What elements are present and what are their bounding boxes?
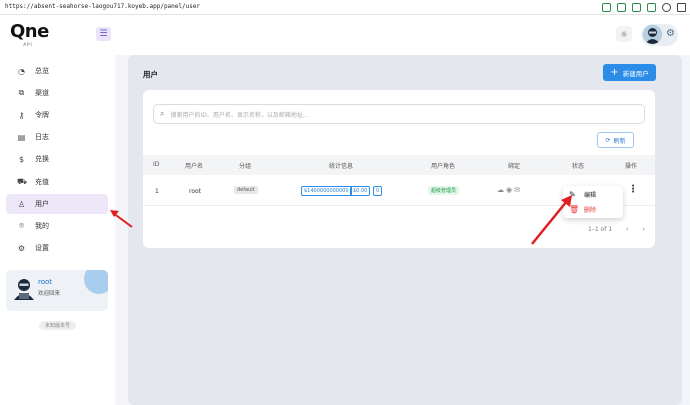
- profile-card[interactable]: root 欢迎回来: [6, 270, 108, 311]
- grid-icon[interactable]: [677, 3, 686, 12]
- users-table-card: ⌕ 搜索用户的ID、用户名、显示名称，以及邮箱地址... ⟳ 刷新 ID 用户名…: [143, 90, 655, 248]
- user-menu[interactable]: ⚙: [641, 24, 678, 46]
- actions-dropdown: ✎ 编辑 🗑 删除: [563, 186, 623, 218]
- edit-icon: ✎: [569, 190, 576, 199]
- user-icon: ♙: [17, 199, 26, 209]
- search-icon: ⌕: [160, 109, 165, 118]
- camera-icon[interactable]: [632, 3, 641, 12]
- browser-toolbar: https://absent-seahorse-laogou717.koyeb.…: [0, 0, 690, 15]
- column-header-stats[interactable]: 统计信息: [329, 161, 353, 170]
- column-header-id[interactable]: ID: [153, 161, 159, 168]
- link-icon[interactable]: [602, 3, 611, 12]
- gauge-icon: ◔: [18, 66, 25, 76]
- theme-toggle-button[interactable]: ☼: [616, 26, 632, 42]
- log-icon: ▤: [17, 132, 26, 142]
- sidebar-item-label: 用户: [35, 200, 49, 208]
- profile-name: root: [38, 278, 53, 286]
- sidebar-item-label: 充值: [35, 178, 49, 186]
- refresh-icon: ⟳: [605, 136, 611, 144]
- column-header-username[interactable]: 用户名: [185, 161, 203, 170]
- address-bar[interactable]: https://absent-seahorse-laogou717.koyeb.…: [5, 3, 200, 10]
- table-header: ID 用户名 分组 统计信息 用户角色 绑定 状态 操作: [143, 155, 655, 175]
- sidebar-item-users[interactable]: ♙ 用户: [6, 194, 108, 214]
- edit-menu-item[interactable]: ✎ 编辑: [569, 190, 596, 199]
- group-tag: default: [234, 186, 258, 194]
- sidebar-item-topup[interactable]: ⛟ 充值: [6, 172, 108, 192]
- sun-icon: ☼: [620, 29, 628, 39]
- version-badge: 未知版本号: [39, 321, 77, 330]
- profile-subtitle: 欢迎回来: [38, 291, 61, 297]
- column-header-role[interactable]: 用户角色: [431, 161, 455, 170]
- pagination-text: 1–1 of 1: [588, 226, 613, 233]
- logo[interactable]: Qne API: [10, 23, 50, 51]
- sidebar-item-channels[interactable]: ⧉ 渠道: [6, 83, 108, 103]
- email-icon: ✉: [514, 186, 520, 194]
- create-user-label: 新建用户: [622, 69, 649, 78]
- decorative-blob: [84, 270, 108, 294]
- sidebar-item-logs[interactable]: ▤ 日志: [6, 127, 108, 147]
- profile-icon: ⌾: [19, 221, 24, 230]
- sidebar: ◔ 总览 ⧉ 渠道 ⚷ 令牌 ▤ 日志 $ 兑换 ⛟ 充值 ♙ 用户 ⌾ 我的 …: [0, 55, 115, 405]
- screenshot-icon[interactable]: [617, 3, 626, 12]
- role-tag: 超级管理员: [428, 186, 460, 195]
- search-input[interactable]: ⌕ 搜索用户的ID、用户名、显示名称，以及邮箱地址...: [153, 104, 645, 124]
- refresh-label: 刷新: [613, 137, 626, 145]
- column-header-actions[interactable]: 操作: [625, 161, 637, 170]
- prev-page-button[interactable]: ‹: [626, 226, 628, 233]
- sidebar-item-label: 日志: [35, 133, 49, 141]
- cell-id: 1: [155, 188, 159, 195]
- request-count-tag: 0: [373, 186, 383, 196]
- sidebar-item-mine[interactable]: ⌾ 我的: [6, 216, 108, 236]
- pagination: 1–1 of 1 ‹ ›: [588, 226, 645, 233]
- menu-toggle-button[interactable]: ☰: [96, 27, 111, 41]
- delete-label: 删除: [584, 207, 597, 214]
- column-header-group[interactable]: 分组: [239, 161, 251, 170]
- sidebar-item-redeem[interactable]: $ 兑换: [6, 149, 108, 169]
- more-actions-button[interactable]: ⋮: [628, 184, 638, 195]
- sidebar-item-overview[interactable]: ◔ 总览: [6, 61, 108, 81]
- logo-text: Qne: [10, 21, 49, 42]
- sidebar-item-tokens[interactable]: ⚷ 令牌: [6, 105, 108, 125]
- key-icon: ⚷: [18, 110, 25, 120]
- avatar: [643, 25, 662, 44]
- search-placeholder: 搜索用户的ID、用户名、显示名称，以及邮箱地址...: [170, 111, 309, 119]
- hamburger-icon: ☰: [99, 29, 108, 39]
- column-header-status[interactable]: 状态: [572, 161, 584, 170]
- plus-icon: +: [610, 66, 619, 78]
- refresh-button[interactable]: ⟳ 刷新: [597, 132, 634, 148]
- logo-subtitle: API: [23, 42, 33, 47]
- trash-icon: 🗑: [569, 205, 580, 214]
- page-title: 用户: [143, 70, 158, 79]
- github-icon: ◉: [506, 186, 513, 194]
- used-quota-tag: $0.00: [350, 186, 371, 196]
- delete-menu-item[interactable]: 🗑 删除: [569, 205, 596, 214]
- extension-icon[interactable]: [662, 3, 671, 12]
- binding-icons: ☁ ◉ ✉: [497, 186, 520, 194]
- sidebar-item-settings[interactable]: ⚙ 设置: [6, 238, 108, 258]
- browser-icons: [602, 3, 686, 12]
- sidebar-item-label: 设置: [35, 244, 49, 252]
- sidebar-item-label: 令牌: [35, 111, 49, 119]
- avatar: [12, 276, 36, 300]
- create-user-button[interactable]: + 新建用户: [603, 64, 656, 81]
- cell-username: root: [189, 188, 202, 195]
- dollar-icon: $: [18, 154, 25, 164]
- sidebar-item-label: 渠道: [35, 89, 49, 97]
- column-header-binding[interactable]: 绑定: [508, 161, 520, 170]
- edit-label: 编辑: [584, 192, 597, 199]
- record-icon[interactable]: [647, 3, 656, 12]
- channel-icon: ⧉: [18, 88, 25, 97]
- next-page-button[interactable]: ›: [642, 226, 644, 233]
- gear-icon[interactable]: ⚙: [666, 29, 675, 39]
- wechat-icon: ☁: [497, 186, 504, 194]
- app-header: Qne API ☰ ☼ ⚙: [0, 15, 690, 55]
- settings-icon: ⚙: [17, 243, 26, 253]
- sidebar-item-label: 总览: [35, 67, 49, 75]
- sidebar-item-label: 我的: [35, 222, 49, 230]
- cart-icon: ⛟: [17, 177, 28, 186]
- sidebar-item-label: 兑换: [35, 155, 49, 163]
- quota-tag: $1400000000000: [301, 186, 352, 196]
